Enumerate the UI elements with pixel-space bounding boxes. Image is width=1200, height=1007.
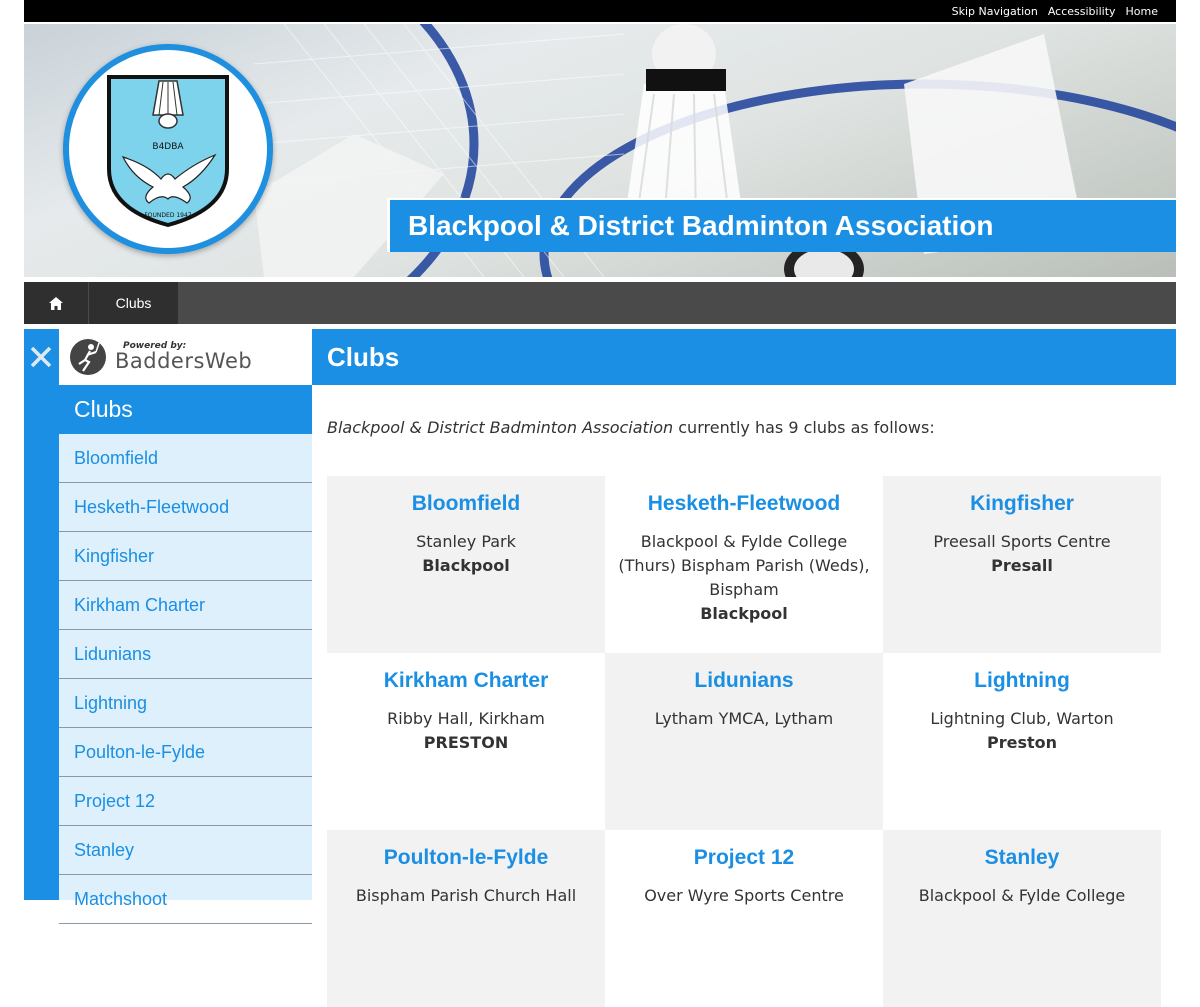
club-town: PRESTON xyxy=(423,733,509,752)
club-card: Lightning Lightning Club, Warton Preston xyxy=(883,653,1161,830)
club-name-link[interactable]: Bloomfield xyxy=(327,492,605,516)
club-card: Project 12 Over Wyre Sports Centre xyxy=(605,830,883,1007)
association-logo: B4DBA FOUNDED 1947 xyxy=(63,44,273,254)
powered-by-badderweb[interactable]: Powered by: BaddersWeb xyxy=(59,329,312,385)
club-name-link[interactable]: Lidunians xyxy=(605,669,883,693)
club-venue: Lytham YMCA, Lytham xyxy=(654,709,834,728)
sidebar-item-stanley[interactable]: Stanley xyxy=(59,826,312,875)
intro-text: Blackpool & District Badminton Associati… xyxy=(327,418,935,437)
sidebar-item-project-12[interactable]: Project 12 xyxy=(59,777,312,826)
sidebar-item-bloomfield[interactable]: Bloomfield xyxy=(59,434,312,483)
sidebar-item-lightning[interactable]: Lightning xyxy=(59,679,312,728)
club-name-link[interactable]: Lightning xyxy=(883,669,1161,693)
accessibility-link[interactable]: Accessibility xyxy=(1048,5,1116,18)
club-name-link[interactable]: Project 12 xyxy=(605,846,883,870)
club-name-link[interactable]: Stanley xyxy=(883,846,1161,870)
logo-founded: FOUNDED 1947 xyxy=(144,212,191,219)
header-banner: B4DBA FOUNDED 1947 Blackpool & District … xyxy=(24,24,1176,277)
club-venue: Blackpool & Fylde College (Thurs) Bispha… xyxy=(618,532,870,599)
sidebar-toggle-strip xyxy=(24,329,59,900)
club-town: Presall xyxy=(991,556,1053,575)
home-link[interactable]: Home xyxy=(1126,5,1158,18)
club-name-link[interactable]: Poulton-le-Fylde xyxy=(327,846,605,870)
sidebar-item-poulton-le-fylde[interactable]: Poulton-le-Fylde xyxy=(59,728,312,777)
club-venue: Blackpool & Fylde College xyxy=(918,886,1126,905)
sidebar-heading: Clubs xyxy=(59,385,312,434)
club-venue: Stanley Park xyxy=(416,532,516,551)
club-name-link[interactable]: Hesketh-Fleetwood xyxy=(605,492,883,516)
clubs-grid: Bloomfield Stanley Park Blackpool Hesket… xyxy=(327,476,1161,1007)
badminton-player-icon xyxy=(70,339,106,375)
main-navigation: Clubs xyxy=(24,282,1176,324)
club-venue: Preesall Sports Centre xyxy=(933,532,1111,551)
club-card: Bloomfield Stanley Park Blackpool xyxy=(327,476,605,653)
club-town: Blackpool xyxy=(422,556,510,575)
close-icon[interactable] xyxy=(30,346,52,368)
club-card: Kirkham Charter Ribby Hall, Kirkham PRES… xyxy=(327,653,605,830)
logo-abbr: B4DBA xyxy=(152,142,184,152)
home-icon xyxy=(49,296,63,310)
sidebar-item-lidunians[interactable]: Lidunians xyxy=(59,630,312,679)
club-venue: Lightning Club, Warton xyxy=(930,709,1114,728)
site-title: Blackpool & District Badminton Associati… xyxy=(408,210,994,241)
club-venue: Over Wyre Sports Centre xyxy=(644,886,844,905)
nav-home-button[interactable] xyxy=(24,282,88,324)
sidebar-item-kingfisher[interactable]: Kingfisher xyxy=(59,532,312,581)
sidebar-item-kirkham-charter[interactable]: Kirkham Charter xyxy=(59,581,312,630)
page-title: Clubs xyxy=(312,329,1176,385)
club-card: Lidunians Lytham YMCA, Lytham xyxy=(605,653,883,830)
club-town: Blackpool xyxy=(700,604,788,623)
club-name-link[interactable]: Kingfisher xyxy=(883,492,1161,516)
club-town: Preston xyxy=(986,733,1058,752)
club-card: Stanley Blackpool & Fylde College xyxy=(883,830,1161,1007)
club-venue: Ribby Hall, Kirkham xyxy=(387,709,545,728)
club-card: Hesketh-Fleetwood Blackpool & Fylde Coll… xyxy=(605,476,883,653)
top-utility-bar: Skip Navigation Accessibility Home xyxy=(24,0,1176,22)
sidebar-item-hesketh-fleetwood[interactable]: Hesketh-Fleetwood xyxy=(59,483,312,532)
site-title-box: Blackpool & District Badminton Associati… xyxy=(387,198,1176,252)
club-card: Kingfisher Preesall Sports Centre Presal… xyxy=(883,476,1161,653)
badderweb-brand: BaddersWeb xyxy=(115,349,253,373)
club-venue: Bispham Parish Church Hall xyxy=(355,886,577,905)
skip-navigation-link[interactable]: Skip Navigation xyxy=(952,5,1038,18)
intro-association-name: Blackpool & District Badminton Associati… xyxy=(327,418,674,437)
clubs-sidebar: Powered by: BaddersWeb Clubs Bloomfield … xyxy=(59,329,312,924)
intro-rest: currently has 9 clubs as follows: xyxy=(673,418,935,437)
nav-item-clubs[interactable]: Clubs xyxy=(89,282,178,324)
club-name-link[interactable]: Kirkham Charter xyxy=(327,669,605,693)
badminton-crest-icon: B4DBA FOUNDED 1947 xyxy=(107,75,229,228)
club-card: Poulton-le-Fylde Bispham Parish Church H… xyxy=(327,830,605,1007)
